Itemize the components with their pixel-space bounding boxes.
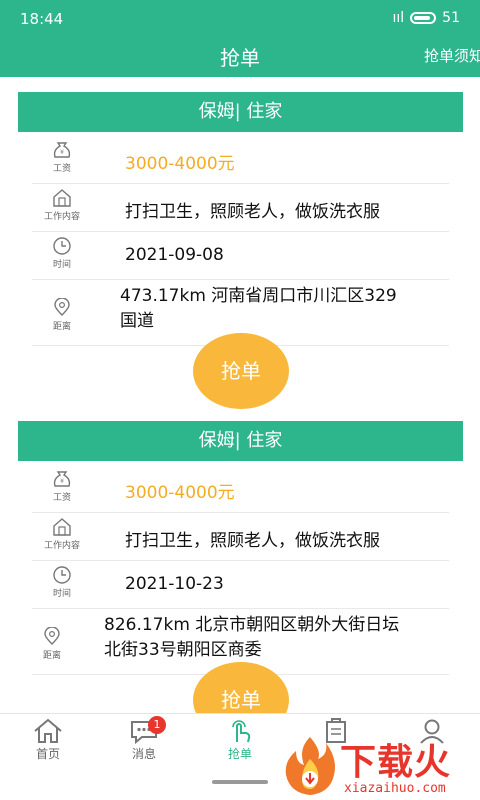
home-icon [34,718,62,743]
order-list[interactable]: 保姆| 住家 ¥ 工资 3000-4000元 工作内容 打扫卫生，照顾老人，做饭… [0,77,480,713]
signal-icon: ııl [392,10,405,26]
unread-badge: 1 [148,716,166,734]
nav-home[interactable]: 首页 [0,718,96,762]
svg-text:¥: ¥ [60,149,64,156]
salary-icon: ¥ 工资 [32,469,92,503]
distance-line: 北街33号朝阳区商委 [104,640,262,660]
salary-value: 3000-4000元 [125,154,235,174]
location-icon: 距离 [32,298,92,332]
salary-icon: ¥ 工资 [32,140,92,174]
distance-value: 826.17km 北京市朝阳区朝外大街日坛 北街33号朝阳区商委 [104,613,449,663]
date-value: 2021-09-08 [125,245,224,265]
distance-label: 距离 [52,322,71,332]
location-icon: 距离 [22,627,82,661]
flame-icon [285,737,335,795]
date-value: 2021-10-23 [125,574,224,594]
clock-icon: 时间 [32,565,92,599]
content-row: 工作内容 打扫卫生，照顾老人，做饭洗衣服 [32,184,449,232]
tap-hand-icon [232,720,251,743]
app-header: 18:44 ııl 51 抢单 抢单须知 [0,0,480,77]
watermark-text: 下载火 [340,742,452,783]
work-content-icon: 工作内容 [32,517,92,551]
content-row: 工作内容 打扫卫生，照顾老人，做饭洗衣服 [32,513,449,561]
salary-value: 3000-4000元 [125,483,235,503]
order-category: 保姆| 住家 [18,92,463,132]
distance-line: 826.17km 北京市朝阳区朝外大街日坛 [104,615,400,635]
time-label: 时间 [52,589,71,599]
salary-row: ¥ 工资 3000-4000元 [32,465,449,513]
page-title: 抢单 [220,46,260,70]
status-time: 18:44 [20,10,64,28]
work-content-label: 工作内容 [43,212,80,222]
salary-row: ¥ 工资 3000-4000元 [32,136,449,184]
work-content-value: 打扫卫生，照顾老人，做饭洗衣服 [125,531,380,551]
watermark-logo: 下载火 xiazaihuo.com [282,733,480,800]
status-icons: ııl 51 [393,10,461,26]
distance-line: 473.17km 河南省周口市川汇区329 [120,286,397,306]
salary-label: 工资 [52,164,71,174]
distance-value: 473.17km 河南省周口市川汇区329 国道 [120,284,450,334]
status-bar: 18:44 ııl 51 [0,0,480,36]
nav-grab-label: 抢单 [227,747,252,761]
rules-link[interactable]: 抢单须知 [424,45,480,66]
grab-order-button[interactable]: 抢单 [193,333,289,409]
home-indicator [212,780,268,784]
date-row: 时间 2021-10-23 [32,561,449,609]
distance-label: 距离 [42,651,61,661]
order-category: 保姆| 住家 [18,421,463,461]
work-content-value: 打扫卫生，照顾老人，做饭洗衣服 [125,202,380,222]
nav-grab[interactable]: 抢单 [192,718,288,762]
nav-messages[interactable]: 1 消息 [96,716,192,762]
salary-label: 工资 [52,493,71,503]
work-content-label: 工作内容 [43,541,80,551]
date-row: 时间 2021-09-08 [32,232,449,280]
svg-text:¥: ¥ [60,478,64,485]
nav-home-label: 首页 [35,747,60,761]
distance-line: 国道 [120,311,154,331]
nav-messages-label: 消息 [131,747,156,761]
battery-icon [410,12,437,24]
time-label: 时间 [52,260,71,270]
clock-icon: 时间 [32,236,92,270]
watermark-url: xiazaihuo.com [344,781,446,796]
battery-level: 51 [442,10,460,26]
work-content-icon: 工作内容 [32,188,92,222]
